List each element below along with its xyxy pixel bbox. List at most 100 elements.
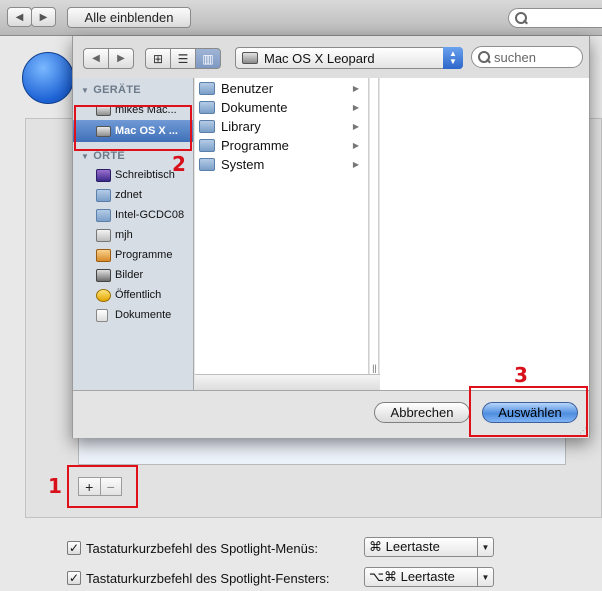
desktop-icon	[96, 168, 111, 182]
disclosure-triangle-icon: ▼	[81, 151, 90, 161]
search-icon	[515, 12, 527, 24]
sidebar-item-oeffentlich[interactable]: Öffentlich	[73, 285, 193, 305]
item-label: Benutzer	[221, 81, 274, 96]
chevron-right-icon: ▶	[352, 103, 359, 112]
back-arrow-icon: ◀	[15, 11, 24, 23]
search-placeholder: suchen	[494, 49, 536, 65]
list-item[interactable]: Programme ▶	[195, 136, 367, 155]
open-sheet: ◀ ▶ ⊞ ☰ ▥ Mac OS X Leopard ▲ ▼ suchen ▼ G…	[72, 36, 590, 438]
window-shortcut-popup[interactable]: ⌥⌘ Leertaste ▼	[364, 567, 494, 587]
window-shortcut-checkbox[interactable]: ✓	[67, 571, 81, 585]
window-shortcut-row: ✓ Tastaturkurzbefehl des Spotlight-Fenst…	[67, 568, 330, 588]
icon-view-button[interactable]: ⊞	[145, 48, 171, 69]
cancel-button[interactable]: Abbrechen	[374, 402, 470, 423]
folder-icon	[199, 139, 215, 152]
home-icon	[96, 228, 111, 242]
sheet-search-field[interactable]: suchen	[471, 46, 583, 68]
sheet-back-button[interactable]: ◀	[83, 48, 109, 69]
chevron-right-icon: ▶	[352, 122, 359, 131]
sidebar-item-mjh[interactable]: mjh	[73, 225, 193, 245]
sidebar-item-label: Öffentlich	[115, 289, 162, 301]
annotation-number-1: 1	[48, 474, 62, 498]
list-item[interactable]: System ▶	[195, 155, 367, 174]
menu-shortcut-value: ⌘ Leertaste	[369, 539, 440, 554]
sidebar-item-label: Schreibtisch	[115, 169, 175, 181]
back-button[interactable]: ◀	[7, 7, 32, 27]
sidebar-item-label: Bilder	[115, 269, 144, 281]
sidebar-item-intel-gcdc08[interactable]: Intel-GCDC08	[73, 205, 193, 225]
list-item[interactable]: Library ▶	[195, 117, 367, 136]
sheet-toolbar: ◀ ▶ ⊞ ☰ ▥ Mac OS X Leopard ▲ ▼ suchen	[73, 36, 589, 78]
annotation-number-2: 2	[172, 152, 186, 176]
annotation-number-3: 3	[514, 363, 528, 387]
sheet-forward-button[interactable]: ▶	[108, 48, 134, 69]
annotation-box-1	[67, 465, 138, 508]
location-popup[interactable]: Mac OS X Leopard ▲ ▼	[235, 47, 463, 69]
sidebar-item-label: zdnet	[115, 189, 142, 201]
forward-button[interactable]: ▶	[31, 7, 56, 27]
column-resize-handle[interactable]: ||	[370, 361, 379, 374]
chevron-down-icon: ▼	[477, 538, 493, 556]
item-label: Programme	[221, 138, 289, 153]
browser-column-1: Benutzer ▶ Dokumente ▶ Library ▶ Program…	[195, 78, 369, 374]
browser-column-2	[370, 78, 379, 374]
window-toolbar: ◀ ▶ Alle einblenden	[0, 0, 602, 36]
column-view-button[interactable]: ▥	[195, 48, 221, 69]
forward-arrow-icon: ▶	[39, 11, 48, 23]
documents-icon	[96, 308, 108, 322]
item-label: Dokumente	[221, 100, 288, 115]
list-item[interactable]: Benutzer ▶	[195, 79, 367, 98]
window-shortcut-value: ⌥⌘ Leertaste	[369, 569, 455, 584]
disclosure-triangle-icon: ▼	[81, 85, 90, 95]
sidebar-item-zdnet[interactable]: zdnet	[73, 185, 193, 205]
places-header-label: ORTE	[93, 150, 125, 162]
search-icon	[478, 51, 490, 63]
folder-icon	[199, 120, 215, 133]
folder-icon	[96, 188, 111, 202]
sidebar-item-label: Dokumente	[115, 309, 172, 321]
sidebar-item-label: Intel-GCDC08	[115, 209, 185, 221]
sidebar-item-dokumente[interactable]: Dokumente	[73, 305, 193, 325]
hard-disk-icon	[242, 52, 258, 64]
sidebar-item-programme[interactable]: Programme	[73, 245, 193, 265]
places-header[interactable]: ▼ ORTE	[81, 150, 125, 162]
chevron-right-icon: ▶	[352, 141, 359, 150]
back-arrow-icon: ◀	[92, 53, 100, 64]
chevron-right-icon: ▶	[352, 84, 359, 93]
menu-shortcut-row: ✓ Tastaturkurzbefehl des Spotlight-Menüs…	[67, 538, 318, 558]
up-down-arrows-icon: ▲ ▼	[443, 47, 463, 69]
folder-icon	[96, 208, 111, 222]
folder-icon	[199, 158, 215, 171]
annotation-box-3	[469, 386, 588, 437]
item-label: Library	[221, 119, 261, 134]
sidebar-item-bilder[interactable]: Bilder	[73, 265, 193, 285]
location-label: Mac OS X Leopard	[264, 50, 375, 66]
sidebar-item-label: Programme	[115, 249, 173, 261]
pictures-icon	[96, 268, 111, 282]
item-label: System	[221, 157, 265, 172]
chevron-down-icon: ▼	[477, 568, 493, 586]
list-item[interactable]: Dokumente ▶	[195, 98, 367, 117]
show-all-button[interactable]: Alle einblenden	[67, 7, 191, 28]
menu-shortcut-popup[interactable]: ⌘ Leertaste ▼	[364, 537, 494, 557]
horizontal-scrollbar[interactable]	[195, 374, 380, 390]
applications-icon	[96, 248, 111, 262]
window-shortcut-label: Tastaturkurzbefehl des Spotlight-Fenster…	[86, 570, 330, 586]
menu-shortcut-checkbox[interactable]: ✓	[67, 541, 81, 555]
sidebar-item-label: mjh	[115, 229, 133, 241]
list-view-icon: ☰	[177, 51, 189, 66]
menu-shortcut-label: Tastaturkurzbefehl des Spotlight-Menüs:	[86, 540, 318, 556]
spotlight-pane-icon	[22, 52, 74, 104]
devices-header[interactable]: ▼ GERÄTE	[81, 84, 141, 96]
icon-view-icon: ⊞	[152, 51, 164, 66]
browser-column-3	[380, 78, 589, 390]
annotation-box-2	[74, 105, 192, 151]
folder-icon	[199, 101, 215, 114]
forward-arrow-icon: ▶	[117, 53, 125, 64]
column-view-icon: ▥	[202, 51, 214, 66]
folder-icon	[199, 82, 215, 95]
list-view-button[interactable]: ☰	[170, 48, 196, 69]
toolbar-search-field[interactable]	[508, 8, 602, 28]
chevron-right-icon: ▶	[352, 160, 359, 169]
public-icon	[96, 288, 111, 302]
